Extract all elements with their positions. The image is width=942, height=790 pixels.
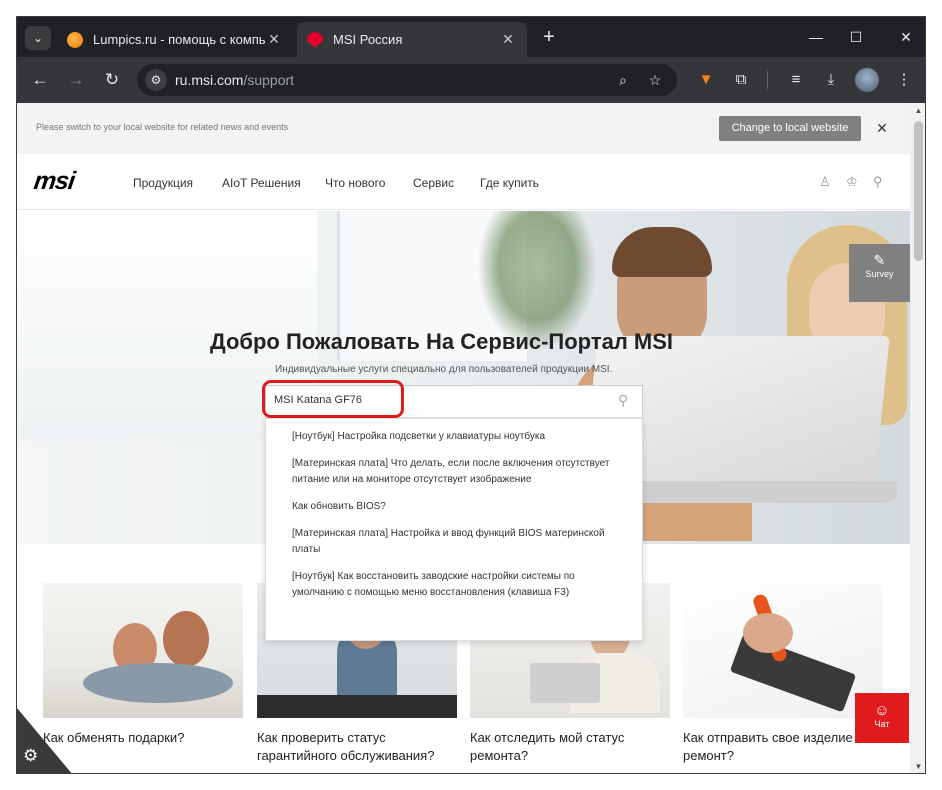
nav-service[interactable]: Сервис (413, 176, 454, 190)
minimize-button[interactable]: — (804, 27, 828, 47)
extensions-icon[interactable]: ⧉ (730, 69, 752, 91)
site-header: msi Продукция AIoT Решения Что нового Се… (17, 154, 910, 210)
suggestion-item[interactable]: Как обновить BIOS? (292, 499, 622, 515)
card-photo-people (83, 663, 233, 703)
card-image (683, 583, 883, 718)
tab-lumpics[interactable]: Lumpics.ru - помощь с компьютером ✕ (57, 22, 293, 57)
card-photo-laptop (257, 695, 457, 718)
new-tab-button[interactable]: + (537, 25, 561, 49)
tab-strip: ⌄ Lumpics.ru - помощь с компьютером ✕ MS… (17, 17, 925, 57)
card-photo-laptop (530, 663, 600, 703)
faq-card[interactable]: Как обменять подарки? (43, 583, 243, 747)
card-image (43, 583, 243, 718)
menu-kebab-icon[interactable]: ⋮ (893, 69, 915, 91)
nav-products[interactable]: Продукция (133, 176, 193, 190)
forward-button[interactable]: → (65, 69, 87, 91)
banner-close-icon[interactable]: ✕ (875, 118, 889, 138)
bookmark-star-icon[interactable]: ☆ (645, 70, 665, 90)
suggestion-item[interactable]: [Материнская плата] Настройка и ввод фун… (292, 526, 622, 558)
suggestion-item[interactable]: [Материнская плата] Что делать, если пос… (292, 456, 622, 488)
toolbar-divider (767, 71, 768, 89)
search-icon[interactable]: ⚲ (873, 174, 883, 190)
page-viewport: Please switch to your local website for … (17, 103, 925, 773)
page-subtitle: Индивидуальные услуги специально для пол… (275, 364, 613, 375)
close-window-button[interactable]: ✕ (894, 27, 918, 47)
red-highlight-frame (262, 380, 404, 418)
card-title[interactable]: Как проверить статус гарантийного обслуж… (257, 729, 457, 765)
back-button[interactable]: ← (29, 69, 51, 91)
msi-favicon-icon (307, 31, 323, 48)
nav-whats-new[interactable]: Что нового (325, 176, 385, 190)
gear-icon[interactable]: ⚙ (23, 746, 38, 766)
hero-person-man-hair (612, 227, 712, 277)
user-icon[interactable]: ♙ (819, 174, 831, 190)
change-local-website-button[interactable]: Change to local website (719, 116, 861, 141)
card-title[interactable]: Как обменять подарки? (43, 729, 243, 747)
reload-button[interactable]: ↻ (101, 69, 123, 91)
local-site-banner: Please switch to your local website for … (17, 103, 910, 154)
maximize-button[interactable]: ☐ (844, 27, 868, 47)
member-icon[interactable]: ♔ (846, 174, 858, 190)
metamask-extension-icon[interactable]: ▼ (695, 69, 717, 91)
tab-search-button[interactable]: ⌄ (25, 26, 51, 50)
tab-title: MSI Россия (333, 32, 403, 47)
tab-msi[interactable]: MSI Россия ✕ (297, 22, 527, 57)
url-domain: ru.msi.com (175, 72, 244, 88)
site-info-icon[interactable]: ⚙ (145, 69, 167, 91)
lumpics-favicon-icon (67, 31, 83, 48)
chevron-down-icon: ⌄ (32, 31, 44, 45)
survey-label: Survey (865, 269, 894, 279)
scroll-up-arrow-icon[interactable]: ▲ (910, 103, 925, 119)
url-text[interactable]: ru.msi.com/support (175, 72, 294, 88)
nav-where-to-buy[interactable]: Где купить (480, 176, 539, 190)
address-bar[interactable]: ⚙ ru.msi.com/support ⌕ ☆ (137, 64, 677, 96)
faq-card[interactable]: Как отправить свое изделие в ремонт? (683, 583, 883, 765)
browser-window: ⌄ Lumpics.ru - помощь с компьютером ✕ MS… (16, 16, 926, 774)
zoom-icon[interactable]: ⌕ (613, 70, 633, 90)
url-path: /support (243, 72, 295, 88)
search-suggestions-dropdown: [Ноутбук] Настройка подсветки у клавиату… (265, 418, 643, 641)
search-icon[interactable]: ⚲ (618, 392, 634, 408)
close-tab-icon[interactable]: ✕ (265, 31, 283, 48)
card-title[interactable]: Как отследить мой статус ремонта? (470, 729, 670, 765)
suggestion-item[interactable]: [Ноутбук] Настройка подсветки у клавиату… (292, 429, 622, 445)
survey-edit-icon: ✎ (873, 252, 886, 268)
browser-toolbar: ← → ↻ ⚙ ru.msi.com/support ⌕ ☆ ▼ ⧉ ≡ ⤓ ⋮ (17, 57, 925, 103)
page-title: Добро Пожаловать На Сервис-Портал MSI (210, 329, 674, 354)
card-photo-hand (743, 613, 793, 653)
card-title[interactable]: Как отправить свое изделие в ремонт? (683, 729, 883, 765)
card-photo-person (163, 611, 209, 667)
close-tab-icon[interactable]: ✕ (499, 31, 517, 48)
page-scrollbar[interactable]: ▲ ▼ (910, 103, 925, 773)
tab-title: Lumpics.ru - помощь с компьютером (93, 32, 265, 47)
survey-button[interactable]: ✎ Survey (849, 244, 910, 302)
profile-avatar[interactable] (855, 68, 879, 92)
scroll-thumb[interactable] (914, 121, 923, 261)
chat-label: Чат (874, 719, 890, 729)
nav-aiot[interactable]: AIoT Решения (222, 176, 301, 190)
download-icon[interactable]: ⤓ (820, 69, 842, 91)
chat-bubble-icon: ☺ (874, 702, 890, 719)
scroll-down-arrow-icon[interactable]: ▼ (910, 759, 925, 773)
banner-text: Please switch to your local website for … (36, 122, 289, 132)
suggestion-item[interactable]: [Ноутбук] Как восстановить заводские нас… (292, 569, 622, 601)
chat-button[interactable]: ☺ Чат (855, 693, 909, 743)
msi-logo[interactable]: msi (32, 167, 76, 196)
reading-list-icon[interactable]: ≡ (785, 69, 807, 91)
